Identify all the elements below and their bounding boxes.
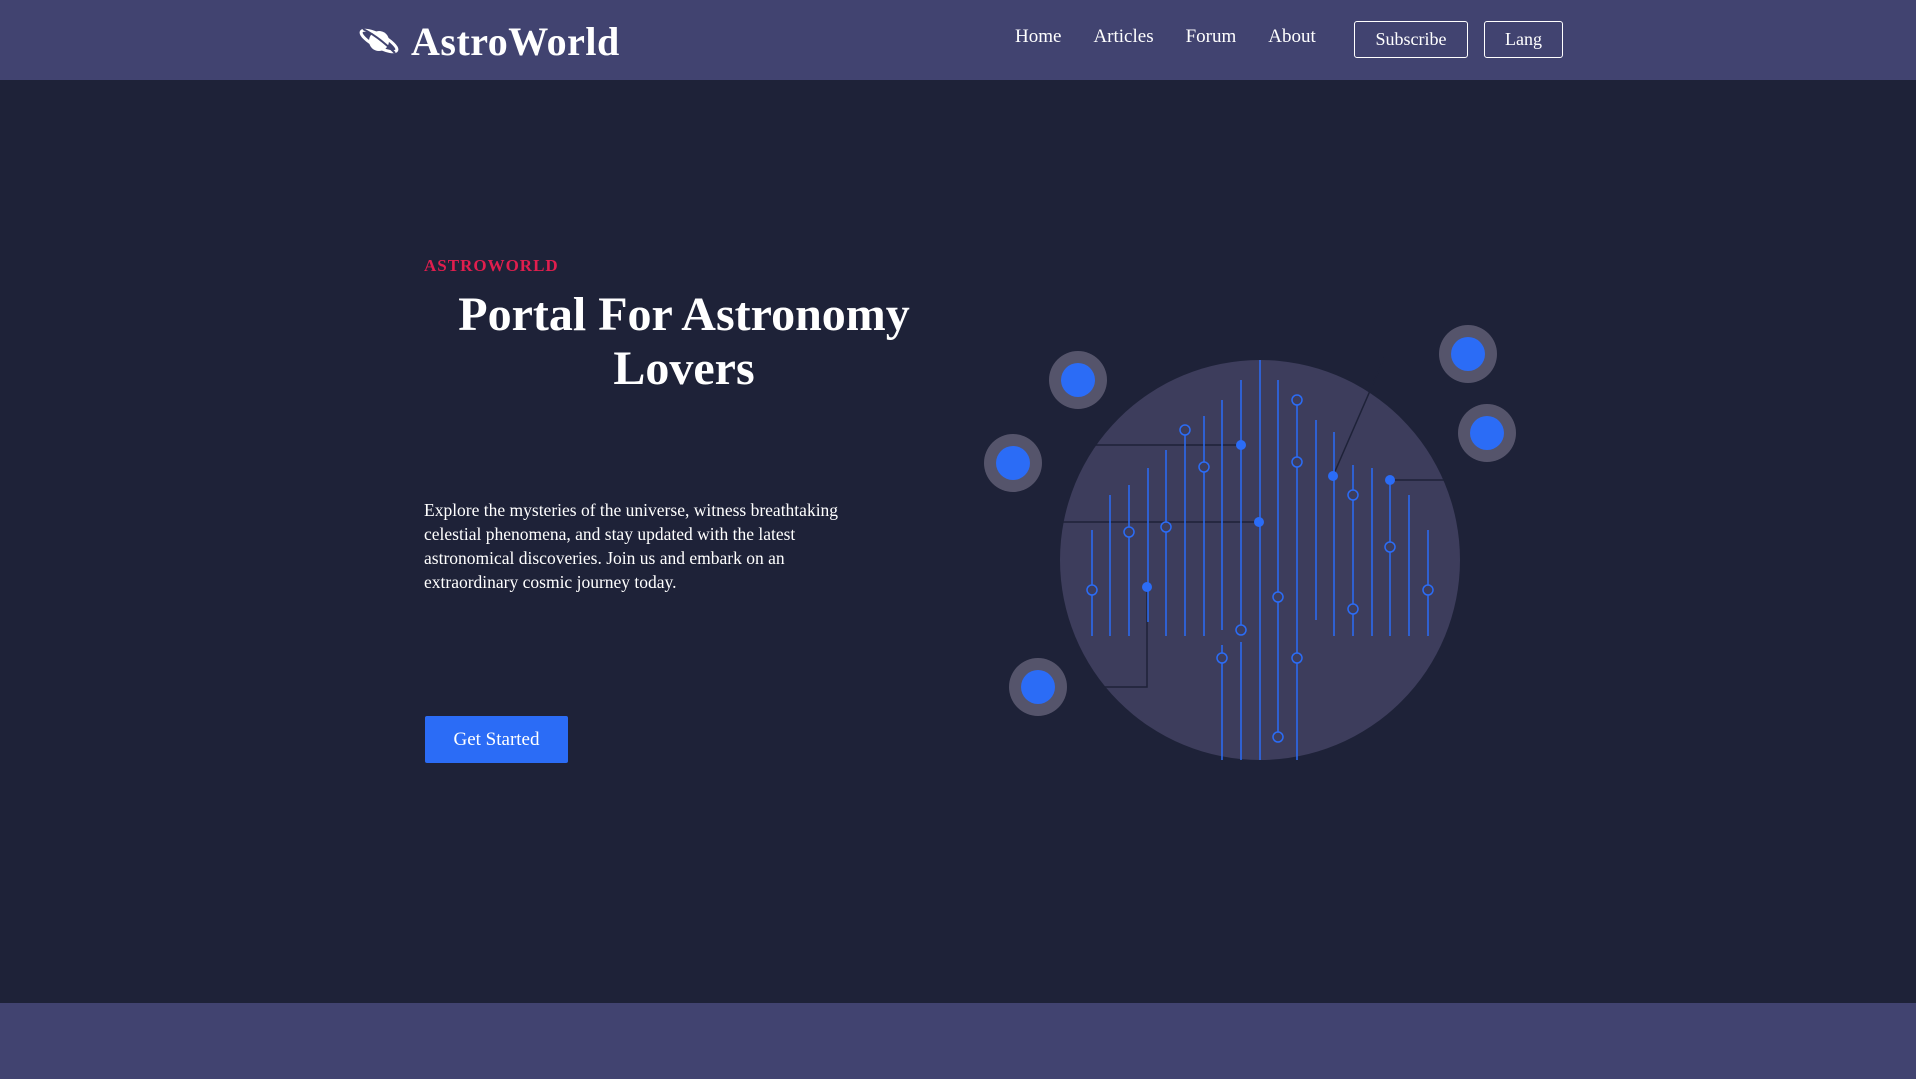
nav-articles[interactable]: Articles [1093,26,1153,48]
hero-title: Portal For Astronomy Lovers [424,288,944,396]
hero-title-line2: Lovers [613,342,755,395]
hero-eyebrow: ASTROWORLD [424,256,559,275]
planet-icon [359,28,399,54]
hero-title-line1: Portal For Astronomy [458,288,910,341]
brand-logo[interactable]: AstroWorld [357,16,620,66]
brand-name: AstroWorld [411,18,620,64]
subscribe-button[interactable]: Subscribe [1354,21,1468,58]
hero-description: Explore the mysteries of the universe, w… [424,500,839,592]
nav-about[interactable]: About [1268,26,1316,48]
nav-home[interactable]: Home [1015,26,1061,48]
top-navigation-bar: AstroWorld Home Articles Forum About Sub… [0,0,1916,80]
main-nav: Home Articles Forum About [1015,26,1348,48]
nav-forum[interactable]: Forum [1186,26,1237,48]
get-started-button[interactable]: Get Started [425,716,568,763]
footer-band [0,1003,1916,1079]
circuit-planet-illustration [984,325,1516,760]
lang-button[interactable]: Lang [1484,21,1563,58]
